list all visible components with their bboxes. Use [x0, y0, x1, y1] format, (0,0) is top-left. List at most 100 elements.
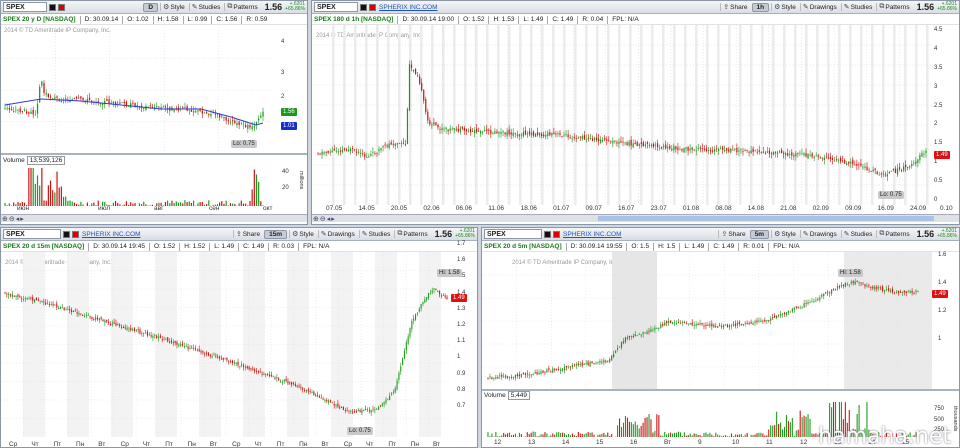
candle [252, 368, 254, 371]
company-link[interactable]: SPHERIX INC.COM [563, 231, 622, 238]
patterns-button[interactable]: ⧉ Patterns [394, 230, 429, 238]
studies-button[interactable]: ✎ Studies [188, 3, 223, 11]
candle [254, 369, 256, 372]
symbol-input[interactable]: SPEX [3, 2, 47, 12]
candle [224, 358, 226, 360]
session-shade [409, 25, 412, 205]
candle [337, 403, 339, 407]
volume-bar [581, 433, 583, 437]
candle [681, 322, 683, 324]
x-tick: сен [209, 205, 220, 212]
company-link[interactable]: SPHERIX INC.COM [379, 4, 438, 11]
candle [65, 98, 67, 100]
price-chart[interactable] [1, 27, 273, 153]
candle [488, 129, 490, 131]
candle [185, 346, 187, 347]
candle [429, 293, 431, 295]
link-color-icon[interactable] [58, 3, 65, 11]
style-button[interactable]: ⚙ Style [771, 3, 798, 11]
drawings-button[interactable]: ✎ Drawings [799, 230, 839, 238]
candle [923, 153, 925, 155]
link-color-icon[interactable] [553, 230, 560, 238]
candle [752, 323, 754, 325]
volume-bar [180, 202, 182, 206]
link-color-icon[interactable] [72, 230, 79, 238]
link-color-icon[interactable] [63, 230, 70, 238]
symbol-input[interactable]: SPEX [484, 229, 542, 239]
candle [10, 108, 13, 111]
symbol-input[interactable]: SPEX [314, 2, 358, 12]
link-color-icon[interactable] [369, 3, 376, 11]
candle [896, 168, 899, 175]
style-button[interactable]: ⚙ Style [771, 230, 798, 238]
candle [634, 334, 636, 337]
candle [622, 341, 625, 344]
share-button[interactable]: ⇪ Share [718, 230, 747, 238]
candle [709, 323, 711, 327]
company-link[interactable]: SPHERIX INC.COM [82, 231, 141, 238]
navigator-window[interactable] [598, 216, 934, 221]
share-button[interactable]: ⇪ Share [720, 3, 749, 11]
candle [858, 282, 860, 284]
candle [599, 361, 601, 363]
patterns-button[interactable]: ⧉ Patterns [224, 3, 259, 11]
zoom-icon[interactable]: ⊕⊖◂▸ [313, 215, 336, 223]
candle [494, 131, 496, 134]
patterns-button[interactable]: ⧉ Patterns [876, 3, 911, 11]
candle [75, 96, 78, 99]
volume-bar [662, 435, 664, 437]
share-button[interactable]: ⇪ Share [232, 230, 262, 238]
candle [250, 368, 252, 370]
candle [21, 110, 23, 112]
candle [801, 153, 803, 155]
drawings-button[interactable]: ✎ Drawings [799, 3, 839, 11]
price-chart[interactable] [312, 25, 932, 205]
x-tick: 07.05 [326, 205, 343, 212]
timeframe-button[interactable]: D [143, 2, 159, 12]
volume-bar [199, 202, 201, 206]
timeframe-button[interactable]: 1h [751, 2, 770, 12]
candle [309, 390, 311, 392]
timeframe-button[interactable]: 15m [264, 229, 288, 239]
link-color-icon[interactable] [544, 230, 551, 238]
symbol-input[interactable]: SPEX [3, 229, 61, 239]
y-tick: 1.2 [938, 308, 947, 314]
volume-bar [752, 434, 754, 437]
style-button[interactable]: ⚙ Style [289, 230, 316, 238]
zoom-icon[interactable]: ⊕⊖◂▸ [2, 215, 25, 223]
drawings-button[interactable]: ✎ Drawings [317, 230, 357, 238]
session-shade [684, 25, 687, 205]
studies-button[interactable]: ✎ Studies [358, 230, 393, 238]
chart-navigator[interactable]: ⊕⊖◂▸ [312, 214, 959, 223]
volume-bar [564, 433, 566, 437]
candle [205, 112, 208, 114]
candle [257, 371, 259, 373]
price-chart[interactable] [1, 252, 451, 437]
candle [146, 331, 148, 336]
timeframe-button[interactable]: 5m [749, 229, 770, 239]
link-color-icon[interactable] [49, 3, 56, 11]
candle [793, 154, 795, 157]
patterns-button[interactable]: ⧉ Patterns [876, 230, 911, 238]
candle [405, 342, 407, 351]
x-tick: 09.07 [585, 205, 602, 212]
y-tick: 1.5 [934, 140, 943, 147]
link-color-icon[interactable] [360, 3, 367, 11]
volume-bar [589, 432, 591, 437]
style-button[interactable]: ⚙ Style [160, 3, 187, 11]
studies-button[interactable]: ✎ Studies [840, 230, 875, 238]
candle [695, 324, 697, 326]
volume-bar [117, 203, 119, 206]
candle [600, 139, 602, 143]
candle [403, 350, 406, 359]
chart-navigator[interactable]: ⊕⊖◂▸ [1, 214, 307, 223]
candle [398, 143, 400, 144]
bar-close: C: 1.56 [216, 16, 238, 23]
studies-button[interactable]: ✎ Studies [840, 3, 875, 11]
candle [104, 320, 106, 323]
candle [241, 364, 243, 366]
price-chart[interactable] [482, 252, 932, 390]
candle [907, 167, 909, 168]
volume-bar [78, 204, 80, 206]
volume-bar [736, 434, 738, 437]
